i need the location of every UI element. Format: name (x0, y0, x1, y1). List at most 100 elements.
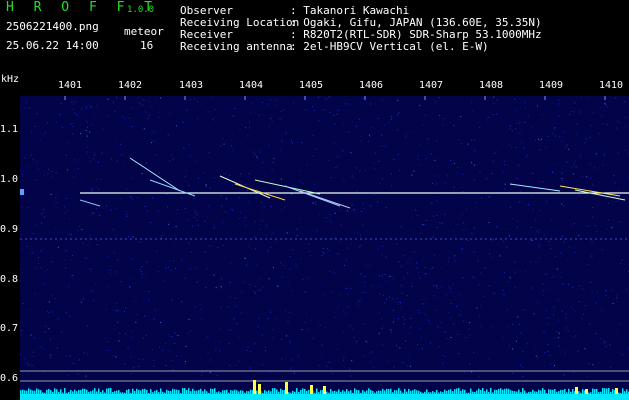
noise-speckle (271, 121, 273, 123)
noise-speckle (578, 234, 580, 236)
noise-speckle (422, 224, 424, 226)
noise-speckle (220, 195, 222, 197)
amplitude-bar (88, 391, 90, 394)
noise-speckle (578, 194, 580, 196)
noise-speckle (597, 363, 599, 365)
noise-speckle (382, 344, 384, 346)
noise-speckle (254, 153, 256, 155)
noise-speckle (385, 207, 387, 208)
noise-speckle (331, 292, 333, 294)
amplitude-bar (68, 391, 70, 394)
noise-speckle (138, 358, 140, 360)
noise-speckle (441, 222, 443, 224)
noise-speckle (383, 325, 385, 327)
noise-speckle (566, 145, 568, 147)
noise-speckle (268, 278, 270, 280)
noise-speckle (88, 236, 90, 238)
noise-speckle (196, 160, 198, 162)
amplitude-bar (226, 389, 228, 394)
noise-speckle (296, 228, 298, 230)
amplitude-bar (108, 388, 110, 394)
noise-speckle (380, 318, 382, 320)
noise-speckle (416, 262, 418, 264)
noise-speckle (80, 301, 82, 303)
noise-speckle (293, 102, 294, 104)
noise-speckle (286, 335, 287, 337)
noise-speckle (138, 366, 140, 367)
amplitude-bar (380, 390, 382, 394)
noise-speckle (576, 123, 578, 125)
amplitude-bar (40, 390, 42, 394)
amplitude-bar (72, 391, 74, 394)
noise-speckle (432, 183, 433, 184)
noise-speckle (334, 272, 335, 274)
noise-speckle (488, 358, 490, 360)
spectrogram[interactable] (20, 96, 629, 400)
noise-speckle (448, 312, 450, 314)
amplitude-bar (512, 390, 514, 394)
amplitude-bar (62, 392, 64, 394)
noise-speckle (159, 308, 161, 309)
amplitude-bar (78, 390, 80, 394)
noise-speckle (189, 99, 191, 101)
noise-speckle (55, 202, 57, 204)
noise-speckle (165, 267, 167, 269)
noise-speckle (625, 126, 627, 127)
noise-speckle (467, 240, 469, 242)
noise-speckle (441, 354, 443, 356)
noise-speckle (465, 337, 467, 339)
noise-speckle (271, 234, 273, 236)
noise-speckle (204, 172, 206, 174)
noise-speckle (209, 187, 211, 189)
noise-speckle (31, 131, 33, 133)
noise-speckle (165, 343, 166, 344)
noise-speckle (131, 372, 133, 374)
noise-speckle (71, 101, 73, 103)
amplitude-bar (478, 388, 480, 394)
noise-speckle (21, 206, 23, 208)
amplitude-bar (606, 388, 608, 394)
noise-speckle (98, 188, 99, 190)
amplitude-bar (162, 391, 164, 394)
noise-speckle (49, 354, 51, 356)
noise-speckle (127, 236, 129, 237)
noise-speckle (28, 107, 30, 109)
noise-speckle (187, 219, 189, 221)
noise-speckle (443, 118, 445, 120)
noise-speckle (379, 312, 381, 314)
amplitude-bar (216, 392, 218, 394)
noise-speckle (514, 287, 516, 289)
noise-speckle (239, 218, 241, 219)
noise-speckle (187, 332, 189, 334)
noise-speckle (562, 283, 563, 285)
noise-speckle (363, 323, 365, 325)
noise-speckle (262, 161, 264, 163)
noise-speckle (328, 362, 330, 363)
noise-speckle (77, 373, 79, 375)
noise-speckle (171, 336, 173, 338)
amplitude-bar (400, 390, 402, 394)
noise-speckle (171, 299, 173, 301)
noise-speckle (234, 297, 236, 299)
noise-speckle (456, 306, 457, 308)
noise-speckle (381, 178, 383, 180)
amplitude-bar (612, 389, 614, 394)
noise-speckle (411, 174, 413, 176)
amplitude-bar (272, 388, 274, 394)
noise-speckle (571, 306, 572, 308)
amplitude-bar (334, 390, 336, 394)
noise-speckle (389, 276, 391, 277)
noise-speckle (558, 103, 559, 105)
noise-speckle (243, 281, 245, 283)
noise-speckle (403, 277, 405, 279)
noise-speckle (460, 295, 462, 297)
noise-speckle (144, 315, 146, 317)
noise-speckle (370, 103, 372, 105)
noise-speckle (400, 302, 401, 304)
amplitude-bar (244, 392, 246, 394)
amplitude-bar (86, 389, 88, 394)
noise-speckle (50, 194, 52, 195)
noise-speckle (337, 306, 339, 308)
noise-speckle (143, 337, 144, 339)
amplitude-bar (314, 392, 316, 394)
